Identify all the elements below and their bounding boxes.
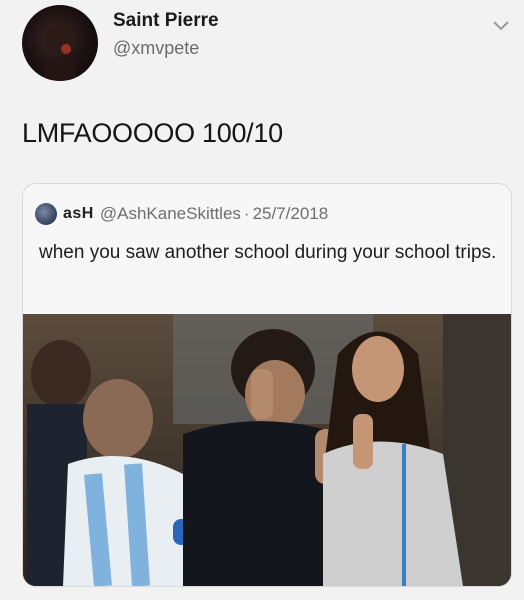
quoted-date[interactable]: 25/7/2018 [253,204,329,224]
tweet-card: Saint Pierre @xmvpete LMFAOOOOO 100/10 a… [0,0,524,600]
stadium-crowd-photo [23,314,511,586]
quoted-media-photo[interactable] [23,314,511,586]
author-avatar[interactable] [22,5,98,81]
quoted-display-name[interactable]: asH [63,205,94,223]
quoted-avatar[interactable] [35,203,57,225]
chevron-down-icon[interactable] [492,20,510,32]
header-separator: · [243,204,250,223]
author-display-name[interactable]: Saint Pierre [113,10,219,32]
quoted-tweet-text: when you saw another school during your … [39,242,497,263]
tweet-text: LMFAOOOOO 100/10 [22,118,283,148]
quoted-handle[interactable]: @AshKaneSkittles [100,204,241,224]
author-handle[interactable]: @xmvpete [113,38,199,59]
quoted-tweet[interactable]: asH @AshKaneSkittles · 25/7/2018 when yo… [22,183,512,587]
author-avatar-image [44,25,76,81]
quoted-tweet-header: asH @AshKaneSkittles · 25/7/2018 [35,202,328,226]
